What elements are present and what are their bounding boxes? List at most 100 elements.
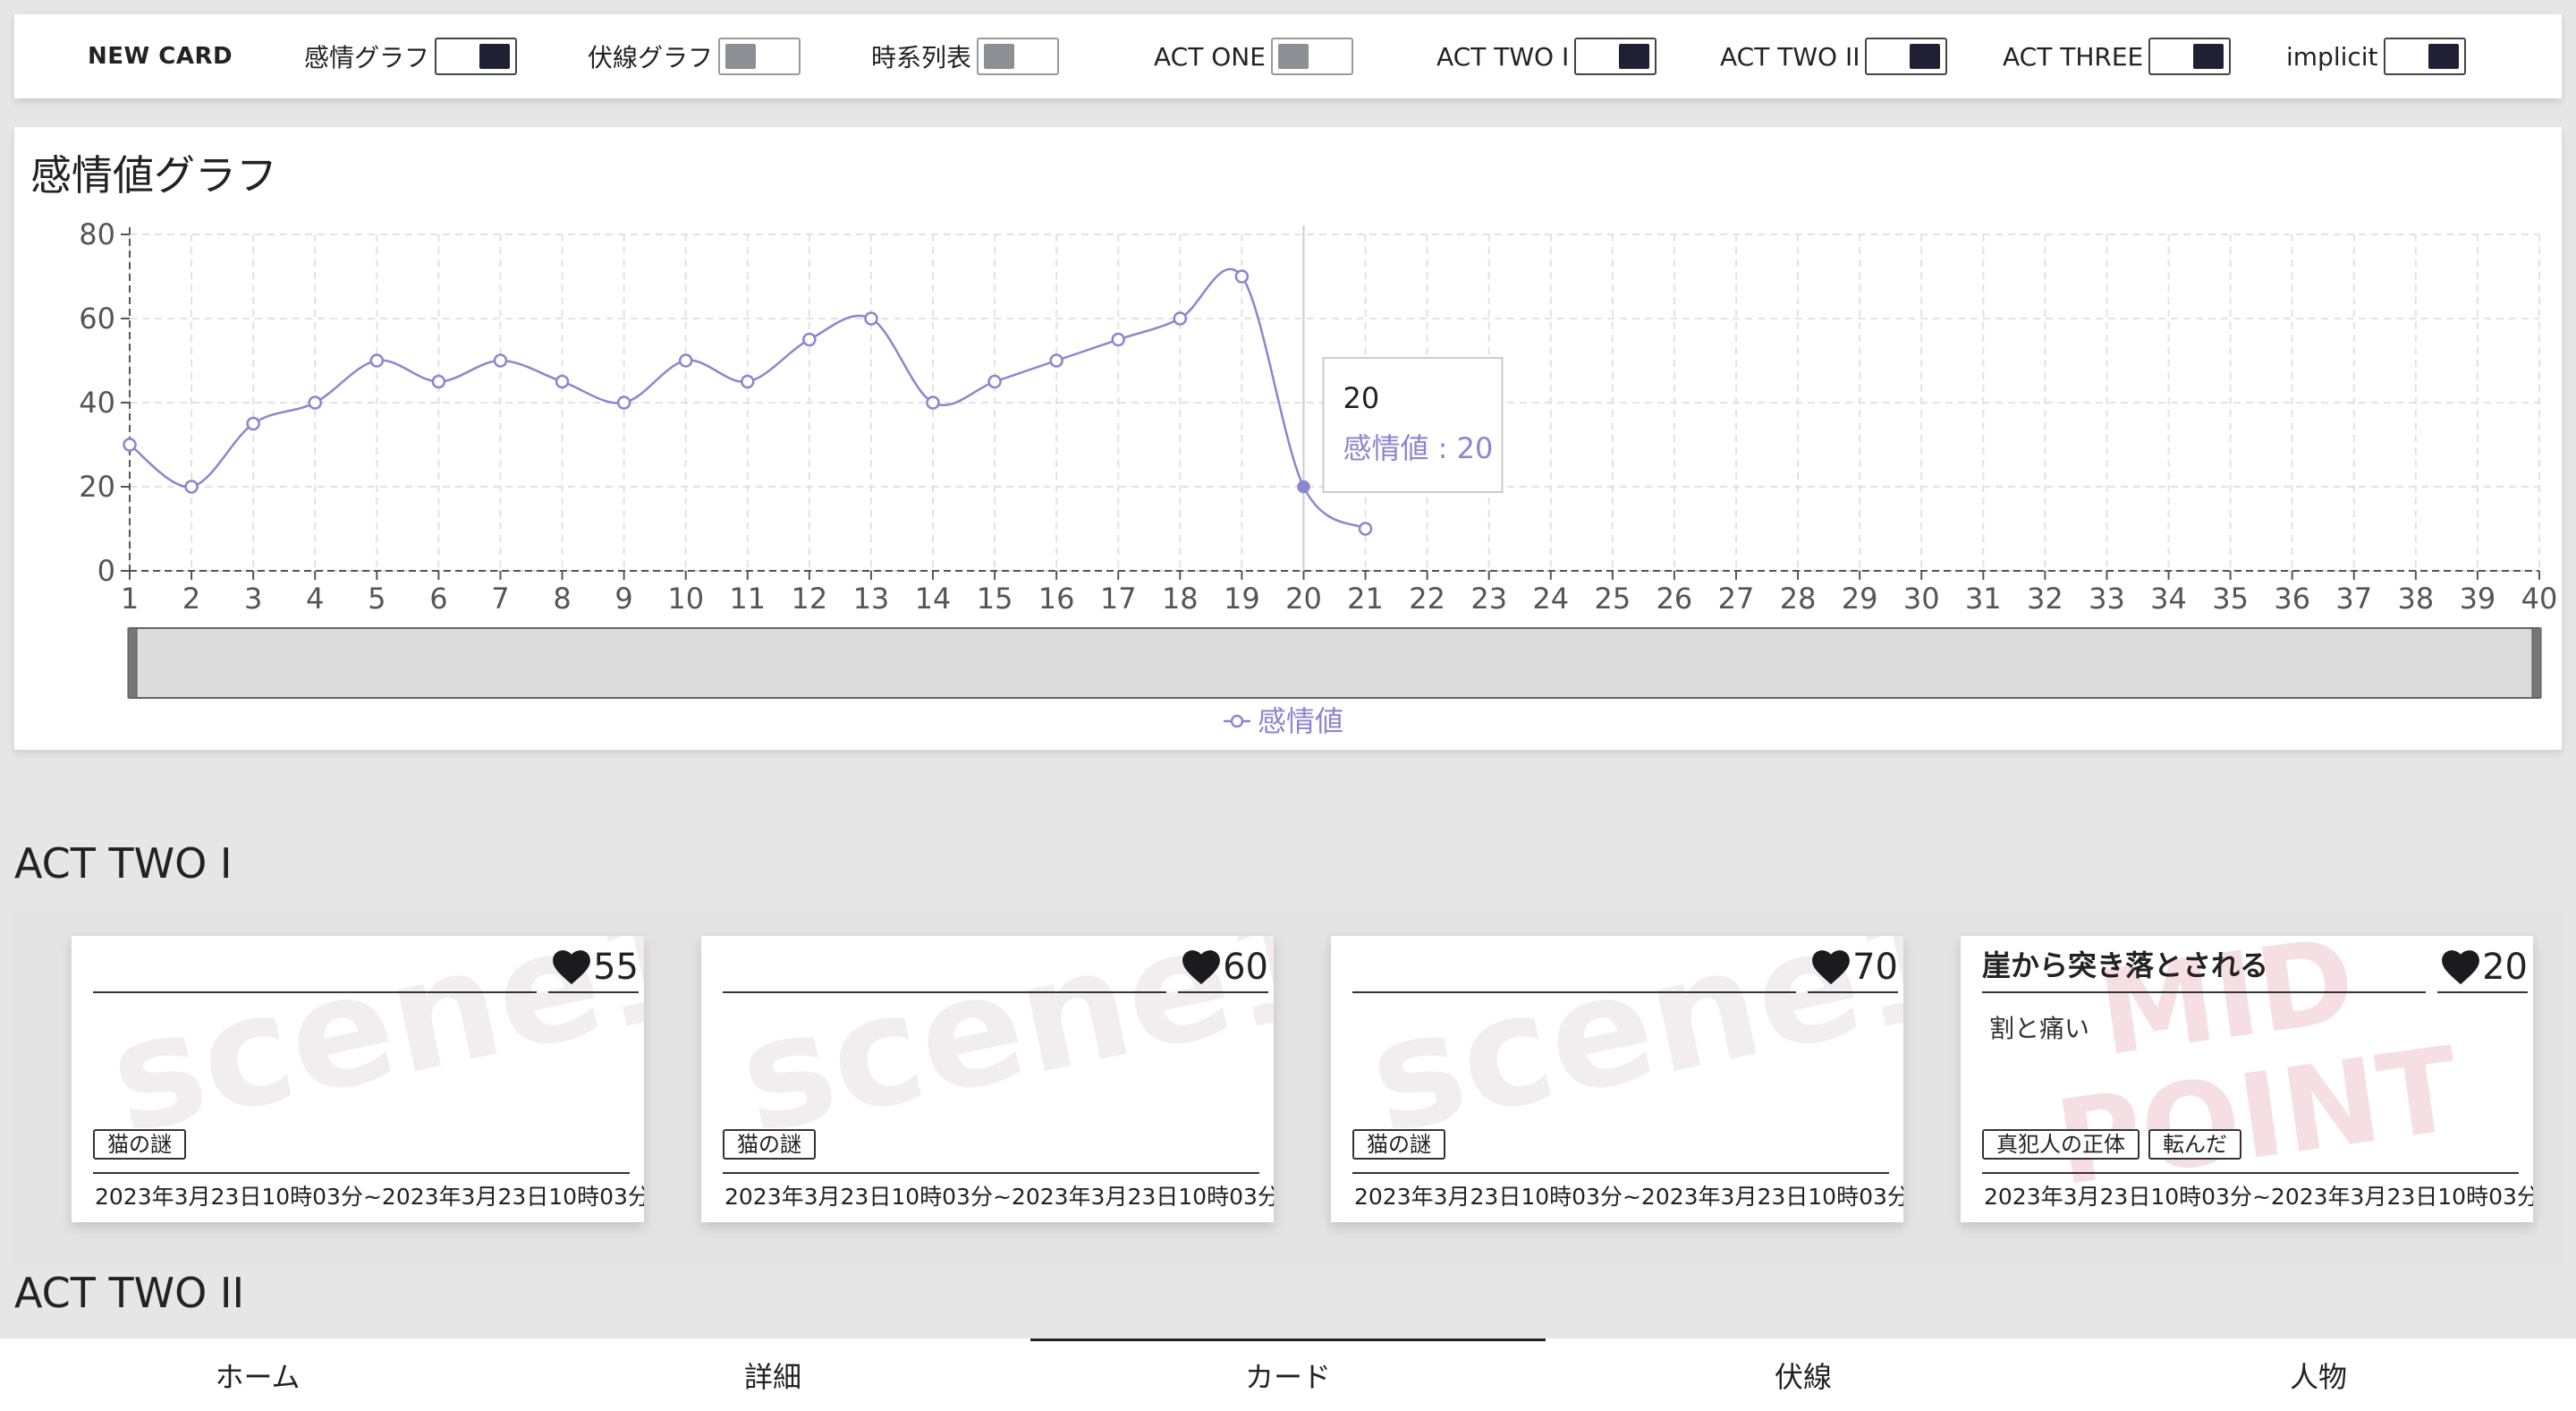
data-point	[926, 395, 940, 410]
x-tick-label: 11	[729, 582, 766, 616]
toggle-label: 伏線グラフ	[588, 43, 714, 72]
legend-label: 感情値	[1258, 704, 1343, 738]
data-point	[1173, 311, 1188, 326]
toggle-switch[interactable]	[977, 38, 1060, 75]
x-tick-label: 4	[306, 582, 324, 616]
toggle-act-two-ii[interactable]: ACT TWO II	[1720, 14, 1948, 98]
card-tag[interactable]: 猫の謎	[723, 1129, 816, 1160]
x-tick-label: 27	[1718, 582, 1755, 616]
heart-icon	[1182, 950, 1221, 985]
scene-card[interactable]: scene19 70 猫の謎 2023年3月23日10時03分~2023年3月2…	[1331, 936, 1903, 1222]
card-tag[interactable]: 転んだ	[2148, 1129, 2241, 1160]
nav-cards[interactable]: カード	[1030, 1339, 1546, 1411]
cards-row: scene17 55 猫の謎 2023年3月23日10時03分~2023年3月2…	[14, 914, 2562, 1265]
toggle-act-two-i[interactable]: ACT TWO I	[1436, 14, 1657, 98]
x-tick-label: 18	[1162, 582, 1199, 616]
toggle-foreshadow-graph[interactable]: 伏線グラフ	[588, 14, 801, 98]
toggle-switch[interactable]	[1865, 38, 1948, 75]
x-tick-label: 28	[1780, 582, 1817, 616]
data-point	[1234, 269, 1250, 284]
card-tag[interactable]: 猫の謎	[93, 1129, 186, 1160]
card-score-value: 70	[1852, 947, 1898, 988]
x-tick-label: 10	[667, 582, 704, 616]
toggle-act-three[interactable]: ACT THREE	[2003, 14, 2232, 98]
nav-foreshadowing[interactable]: 伏線	[1546, 1339, 2061, 1411]
x-tick-label: 9	[614, 582, 632, 616]
y-tick-label: 80	[79, 217, 115, 251]
card-date-range: 2023年3月23日10時03分~2023年3月23日10時03分	[1984, 1184, 2533, 1210]
scene-card[interactable]: scene18 60 猫の謎 2023年3月23日10時03分~2023年3月2…	[701, 936, 1274, 1222]
card-description: 割と痛い	[1989, 1014, 2090, 1043]
card-score-value: 20	[2482, 947, 2528, 988]
emotion-line-chart[interactable]: 0204060801 2 3 4 5 6 7 8 9 10 11 12 13 14 15 16 17 18 19 20…	[14, 127, 2562, 750]
x-tick-label: 24	[1532, 582, 1569, 616]
top-toolbar: NEW CARD 感情グラフ 伏線グラフ 時系列表 ACT ONE ACT TW…	[14, 14, 2562, 98]
toggle-act-one[interactable]: ACT ONE	[1154, 14, 1353, 98]
toggle-knob	[2193, 44, 2224, 69]
x-tick-label: 15	[977, 582, 1013, 616]
data-point	[431, 374, 446, 389]
scene-card[interactable]: scene17 55 猫の謎 2023年3月23日10時03分~2023年3月2…	[72, 936, 644, 1222]
toggle-switch[interactable]	[1574, 38, 1657, 75]
range-brush-handle-left	[127, 627, 138, 699]
toggle-label: 感情グラフ	[304, 43, 430, 72]
toggle-knob	[1277, 44, 1309, 69]
card-date: 2023年3月23日10時03分~2023年3月23日10時03分	[723, 1172, 1274, 1211]
x-tick-label: 3	[244, 582, 262, 616]
heart-icon	[1812, 950, 1851, 985]
toggle-timeline-table[interactable]: 時系列表	[871, 14, 1060, 98]
legend-marker	[1230, 714, 1244, 728]
toggle-knob	[479, 44, 511, 69]
data-point	[678, 353, 693, 368]
data-point	[246, 416, 260, 431]
bottom-nav: ホーム 詳細 カード 伏線 人物	[0, 1339, 2576, 1411]
card-tag[interactable]: 真犯人の正体	[1982, 1129, 2140, 1160]
nav-home[interactable]: ホーム	[0, 1339, 515, 1411]
toggle-label: ACT TWO II	[1720, 41, 1860, 72]
card-date: 2023年3月23日10時03分~2023年3月23日10時03分	[93, 1172, 644, 1211]
toggle-switch[interactable]	[2383, 38, 2466, 75]
x-tick-label: 14	[915, 582, 952, 616]
data-point	[123, 438, 137, 452]
card-tags: 猫の謎	[723, 1129, 816, 1160]
x-tick-label: 38	[2397, 582, 2434, 616]
card-tag[interactable]: 猫の謎	[1352, 1129, 1445, 1160]
tooltip-series-value: 感情値 : 20	[1343, 431, 1493, 465]
x-tick-label: 13	[853, 582, 890, 616]
card-emotion-score: 60	[1178, 943, 1268, 993]
x-tick-label: 16	[1038, 582, 1075, 616]
card-emotion-score: 70	[1808, 943, 1898, 993]
data-point	[987, 374, 1002, 389]
x-tick-label: 17	[1100, 582, 1137, 616]
x-tick-label: 30	[1903, 582, 1940, 616]
scene-card[interactable]: MID POINT 崖から突き落とされる 20 割と痛い 真犯人の正体 転んだ …	[1961, 936, 2533, 1222]
x-tick-label: 32	[2027, 582, 2063, 616]
data-point	[741, 374, 755, 389]
toggle-label: implicit	[2286, 41, 2378, 72]
card-date-range: 2023年3月23日10時03分~2023年3月23日10時03分	[724, 1184, 1274, 1210]
tooltip-x-label: 20	[1343, 381, 1379, 415]
card-tags: 真犯人の正体 転んだ	[1982, 1129, 2241, 1160]
x-tick-label: 8	[553, 582, 571, 616]
toggle-switch[interactable]	[1270, 38, 1353, 75]
section-title-act-two-ii: ACT TWO II	[14, 1269, 245, 1317]
nav-characters[interactable]: 人物	[2061, 1339, 2576, 1411]
heart-icon	[2442, 950, 2480, 985]
y-tick-label: 40	[79, 386, 115, 420]
nav-details[interactable]: 詳細	[515, 1339, 1030, 1411]
new-card-button[interactable]: NEW CARD	[88, 14, 233, 98]
x-tick-label: 23	[1470, 582, 1507, 616]
x-tick-label: 34	[2150, 582, 2187, 616]
toggle-emotion-graph[interactable]: 感情グラフ	[304, 14, 518, 98]
x-tick-label: 26	[1657, 582, 1693, 616]
toggle-knob	[1619, 44, 1650, 69]
toggle-implicit[interactable]: implicit	[2286, 14, 2466, 98]
data-point	[308, 395, 322, 410]
toggle-switch[interactable]	[435, 38, 518, 75]
card-date: 2023年3月23日10時03分~2023年3月23日10時03分	[1982, 1172, 2533, 1211]
tooltip-box	[1322, 357, 1504, 493]
toggle-switch[interactable]	[2148, 38, 2232, 75]
card-date-range: 2023年3月23日10時03分~2023年3月23日10時03分	[1354, 1184, 1903, 1210]
toggle-switch[interactable]	[718, 38, 801, 75]
card-date-range: 2023年3月23日10時03分~2023年3月23日10時03分	[95, 1184, 644, 1210]
